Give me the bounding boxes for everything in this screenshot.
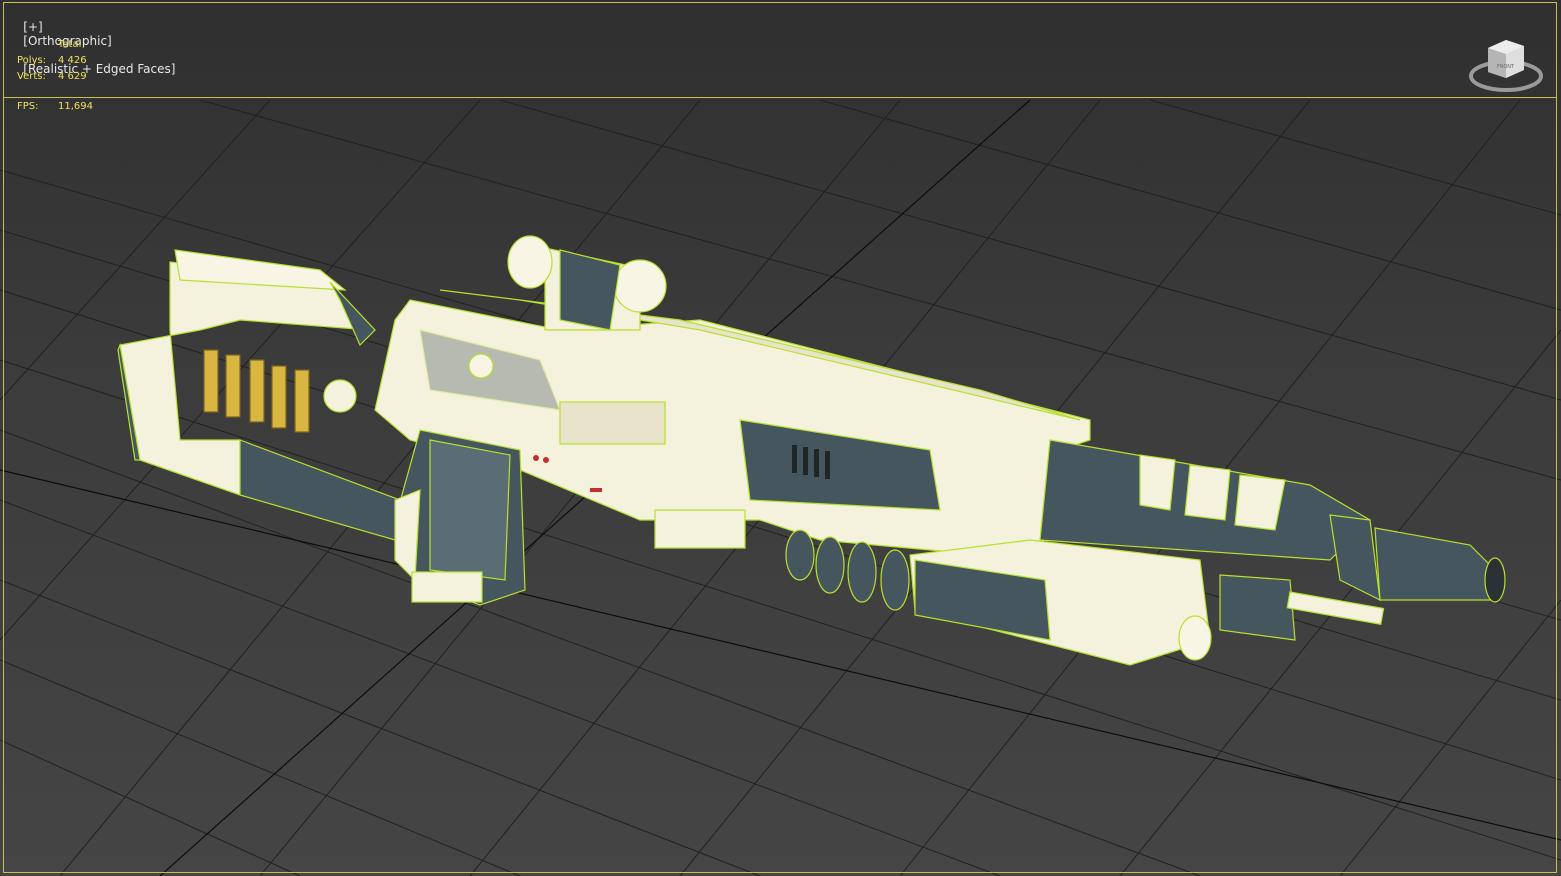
fps-value: 11,694 [58,101,93,112]
fps-label: FPS: [17,101,39,112]
viewport-menu-button[interactable]: [+] [23,20,42,34]
rifle-model [117,235,1506,666]
fps-overlay: FPS: 11,694 [17,101,93,112]
scene-canvas[interactable] [0,0,1561,876]
viewcube-icon[interactable]: FRONT [1468,34,1544,94]
verts-value: 4 629 [58,71,87,82]
viewcube-face-label: FRONT [1497,64,1515,70]
verts-label: Verts: [17,71,46,82]
polys-label: Polys: [17,55,47,66]
statistics-overlay: Total Polys: 4 426 Verts: 4 629 [17,37,87,85]
polys-value: 4 426 [58,55,87,66]
shell-rack [203,349,310,433]
viewport-perspective[interactable]: [+] [Orthographic] [Realistic + Edged Fa… [0,0,1561,876]
stats-header: Total [58,39,82,50]
